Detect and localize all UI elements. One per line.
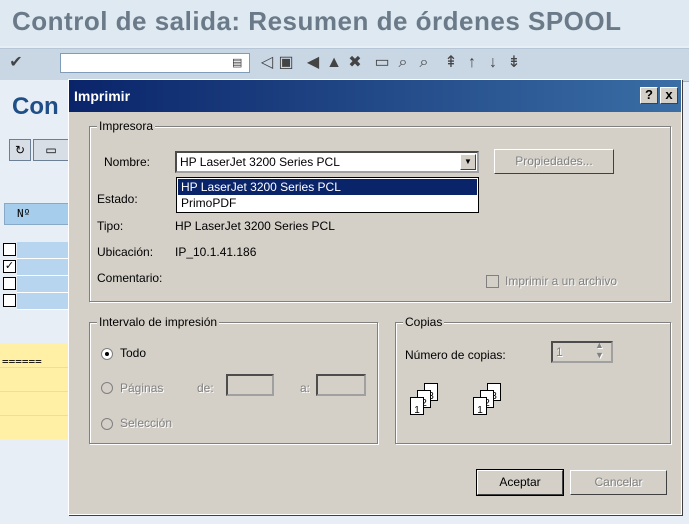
- enter-icon[interactable]: ✔: [6, 53, 26, 73]
- close-button[interactable]: x: [660, 87, 678, 104]
- row-checkbox[interactable]: [3, 277, 16, 290]
- print-to-file-checkbox[interactable]: [486, 275, 499, 288]
- to-page-field[interactable]: [316, 374, 366, 396]
- command-history-icon[interactable]: ▤: [232, 56, 242, 69]
- properties-button[interactable]: Propiedades...: [494, 149, 614, 174]
- print-icon[interactable]: ▭: [372, 53, 392, 73]
- find-icon[interactable]: ⌕: [393, 53, 413, 73]
- location-label: Ubicación:: [97, 245, 154, 259]
- accept-button[interactable]: Aceptar: [476, 469, 564, 496]
- chevron-down-icon[interactable]: ▼: [460, 154, 476, 170]
- print-range-legend: Intervalo de impresión: [97, 315, 220, 329]
- copies-count-label: Número de copias:: [405, 348, 506, 362]
- location-value: IP_10.1.41.186: [175, 245, 257, 259]
- column-header[interactable]: Nº: [4, 203, 69, 225]
- sap-title-bar: Control de salida: Resumen de órdenes SP…: [0, 0, 689, 46]
- printer-dropdown-list[interactable]: HP LaserJet 3200 Series PCL PrimoPDF: [176, 177, 479, 213]
- spinner-down-icon[interactable]: ▼: [595, 350, 604, 360]
- sap-page-title: Control de salida: Resumen de órdenes SP…: [12, 6, 622, 36]
- all-pages-radio[interactable]: [101, 348, 113, 360]
- comment-label: Comentario:: [97, 271, 163, 285]
- exit-icon[interactable]: ▲: [324, 53, 344, 73]
- next-page-icon[interactable]: ↓: [483, 53, 503, 73]
- table-row[interactable]: [17, 242, 69, 259]
- printer-name-select[interactable]: HP LaserJet 3200 Series PCL ▼: [175, 151, 479, 173]
- dropdown-option[interactable]: HP LaserJet 3200 Series PCL: [178, 179, 477, 195]
- display-icon[interactable]: ▭: [33, 139, 69, 161]
- row-checkbox[interactable]: [3, 243, 16, 256]
- dialog-title: Imprimir: [74, 88, 131, 104]
- sap-footer-area: [0, 439, 69, 524]
- to-label: a:: [300, 381, 311, 395]
- copies-count-field[interactable]: 1 ▲ ▼: [551, 340, 613, 363]
- help-button[interactable]: ?: [640, 87, 658, 104]
- row-checkbox[interactable]: [3, 294, 16, 307]
- find-next-icon[interactable]: ⌕: [414, 53, 434, 73]
- command-field[interactable]: [60, 53, 250, 73]
- table-row[interactable]: [17, 293, 69, 310]
- previous-page-icon[interactable]: ↑: [462, 53, 482, 73]
- refresh-icon[interactable]: ↻: [9, 139, 31, 161]
- cancel-icon[interactable]: ✖: [345, 53, 365, 73]
- cancel-button[interactable]: Cancelar: [570, 470, 667, 495]
- selection-radio[interactable]: [101, 418, 113, 430]
- pages-label: Páginas: [120, 381, 164, 395]
- copies-legend: Copias: [403, 315, 445, 329]
- nav-back-arrow-icon[interactable]: ◁: [257, 53, 277, 73]
- copies-count-value: 1: [556, 345, 563, 359]
- all-pages-label: Todo: [120, 346, 147, 360]
- pages-radio[interactable]: [101, 382, 113, 394]
- table-row[interactable]: [17, 259, 69, 276]
- print-to-file-label: Imprimir a un archivo: [505, 274, 618, 288]
- sap-section-title: Con: [12, 93, 59, 120]
- back-icon[interactable]: ◀: [303, 53, 323, 73]
- from-page-field[interactable]: [226, 374, 274, 396]
- from-label: de:: [197, 381, 214, 395]
- dropdown-option[interactable]: PrimoPDF: [178, 195, 477, 211]
- selection-label: Selección: [120, 416, 173, 430]
- last-page-icon[interactable]: ⇟: [504, 53, 524, 73]
- printer-name-value: HP LaserJet 3200 Series PCL: [180, 155, 340, 169]
- save-icon[interactable]: ▣: [276, 53, 296, 73]
- type-label: Tipo:: [97, 219, 124, 233]
- printer-group-legend: Impresora: [97, 119, 156, 133]
- separator-text: ======: [2, 355, 42, 368]
- status-label: Estado:: [97, 192, 138, 206]
- first-page-icon[interactable]: ⇞: [441, 53, 461, 73]
- table-row[interactable]: [17, 276, 69, 293]
- printer-name-label: Nombre:: [104, 155, 151, 169]
- spinner-up-icon[interactable]: ▲: [595, 340, 604, 350]
- dialog-title-bar[interactable]: Imprimir ? x: [69, 80, 681, 112]
- type-value: HP LaserJet 3200 Series PCL: [175, 219, 335, 233]
- row-checkbox[interactable]: ✓: [3, 260, 16, 273]
